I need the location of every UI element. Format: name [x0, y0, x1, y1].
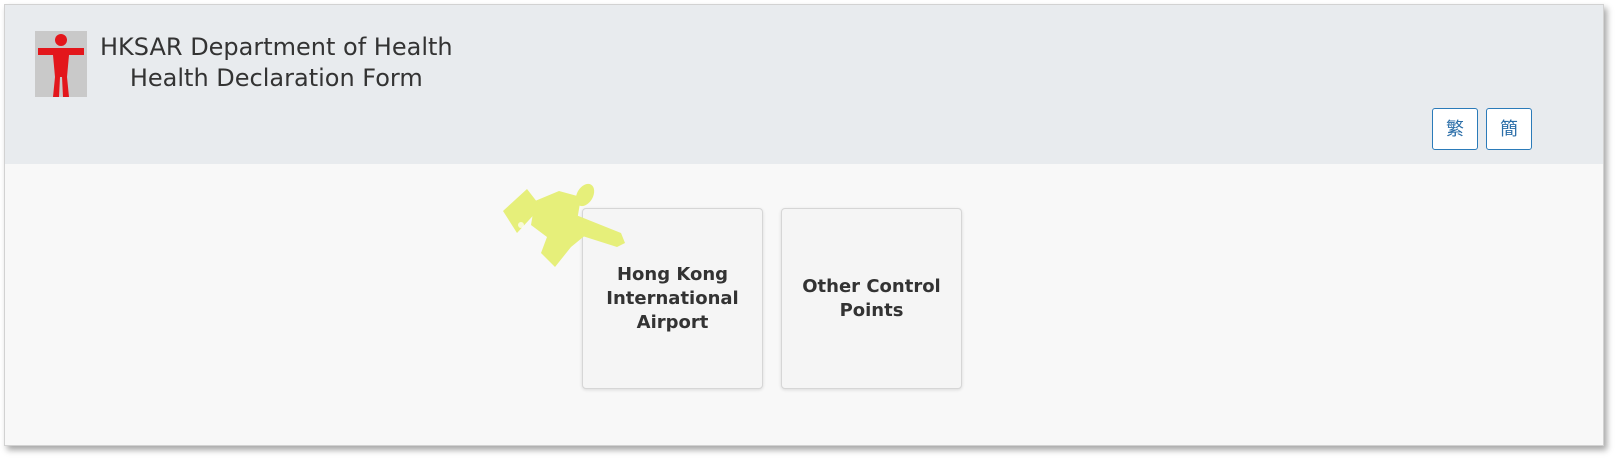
other-control-points-option[interactable]: Other Control Points — [781, 208, 962, 389]
traditional-chinese-button[interactable]: 繁 — [1432, 108, 1478, 150]
page-frame: HKSAR Department of Health Health Declar… — [4, 4, 1604, 446]
page-header: HKSAR Department of Health Health Declar… — [5, 5, 1603, 164]
page-title: HKSAR Department of Health Health Declar… — [100, 32, 453, 94]
title-line-department: HKSAR Department of Health — [100, 33, 453, 61]
title-line-form: Health Declaration Form — [129, 64, 423, 92]
dh-figure-logo-icon — [35, 31, 87, 97]
pointing-hand-icon — [503, 183, 625, 267]
simplified-chinese-button[interactable]: 簡 — [1486, 108, 1532, 150]
option-label: Other Control Points — [802, 275, 941, 321]
option-label: Hong Kong International Airport — [606, 263, 739, 333]
